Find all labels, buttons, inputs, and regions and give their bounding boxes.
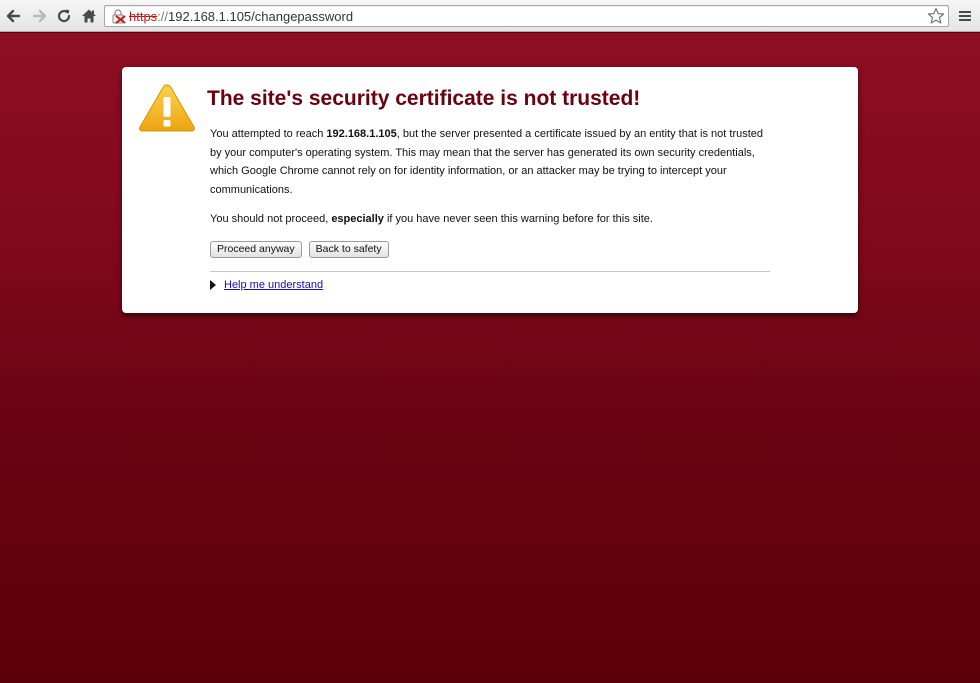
bookmark-star-button[interactable]	[926, 6, 946, 26]
url-scheme: https	[129, 9, 158, 24]
warning-triangle-icon	[139, 84, 195, 132]
back-to-safety-button[interactable]: Back to safety	[308, 241, 389, 258]
browser-toolbar: https://192.168.1.105/changepassword	[0, 0, 980, 32]
help-disclosure[interactable]: Help me understand	[210, 279, 323, 291]
menu-button[interactable]	[954, 5, 976, 27]
explanation-paragraph: You attempted to reach 192.168.1.105, bu…	[210, 125, 770, 199]
help-me-understand-link[interactable]: Help me understand	[224, 279, 323, 291]
broken-lock-icon[interactable]	[111, 9, 126, 24]
star-icon	[927, 7, 945, 24]
menu-icon	[959, 11, 971, 21]
emphasis-text: especially	[331, 213, 384, 225]
home-button[interactable]	[78, 5, 100, 27]
reload-button[interactable]	[53, 5, 75, 27]
back-button[interactable]	[2, 5, 24, 27]
url-text: https://192.168.1.105/changepassword	[129, 9, 353, 24]
url-separator: ://	[157, 9, 169, 24]
recommendation-text-start: You should not proceed,	[210, 213, 332, 225]
url-path: 192.168.1.105/changepassword	[168, 9, 354, 24]
page-title: The site's security certificate is not t…	[207, 87, 641, 110]
warning-card: The site's security certificate is not t…	[122, 67, 858, 313]
explanation-text-start: You attempted to reach	[210, 128, 327, 140]
recommendation-text-end: if you have never seen this warning befo…	[383, 213, 653, 225]
recommendation-paragraph: You should not proceed, especially if yo…	[210, 210, 770, 229]
reload-icon	[57, 9, 71, 23]
forward-arrow-icon	[32, 9, 47, 23]
back-arrow-icon	[6, 9, 21, 23]
ssl-interstitial-page: The site's security certificate is not t…	[0, 33, 980, 683]
home-icon	[82, 9, 96, 23]
proceed-anyway-button[interactable]: Proceed anyway	[210, 241, 302, 258]
forward-button[interactable]	[29, 5, 51, 27]
disclosure-triangle-icon[interactable]	[210, 280, 216, 290]
divider	[210, 271, 770, 272]
action-buttons: Proceed anyway Back to safety	[210, 241, 389, 258]
address-bar[interactable]: https://192.168.1.105/changepassword	[104, 5, 949, 27]
hostname: 192.168.1.105	[326, 128, 397, 140]
